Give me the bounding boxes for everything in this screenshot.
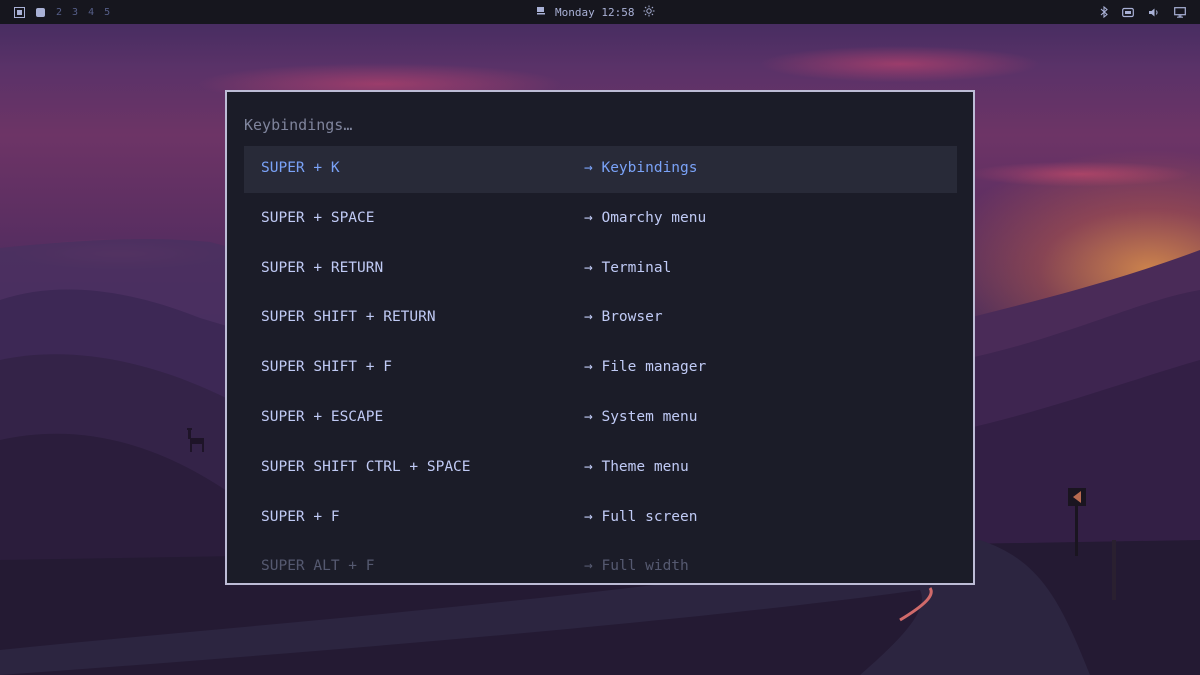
keybinding-action: → System menu [584,408,698,425]
keybinding-keys: SUPER + RETURN [261,259,384,276]
monitor-icon[interactable] [1174,6,1186,18]
list-item[interactable]: SUPER + RETURN → Terminal [244,246,957,293]
list-item[interactable]: SUPER + K → Keybindings [244,146,957,193]
bluetooth-icon[interactable] [1100,6,1108,18]
keybinding-keys: SUPER ALT + F [261,558,375,575]
keybinding-keys: SUPER SHIFT + F [261,359,392,376]
list-item[interactable]: SUPER SHIFT + RETURN → Browser [244,295,957,342]
center-status: Monday 12:58 [536,0,655,24]
keybinding-keys: SUPER + SPACE [261,209,375,226]
list-item[interactable]: SUPER + SPACE → Omarchy menu [244,196,957,243]
keybinding-keys: SUPER + K [261,160,340,176]
sun-icon[interactable] [643,5,655,20]
keybinding-action: → Full screen [584,508,698,525]
keybinding-keys: SUPER SHIFT + RETURN [261,309,436,326]
workspace-grid-icon[interactable] [14,6,25,18]
keybinding-keys: SUPER + F [261,508,340,525]
workspace-4[interactable]: 4 [88,7,94,18]
list-item[interactable]: SUPER ALT + F → Full width [244,544,957,583]
keybindings-list: SUPER + K → Keybindings SUPER + SPACE → … [244,146,957,583]
keybinding-action: → Full width [584,558,689,575]
workspace-2[interactable]: 2 [56,7,62,18]
workspace-switcher: 2 3 4 5 [14,0,110,24]
network-icon[interactable] [1122,7,1134,18]
workspace-3[interactable]: 3 [72,7,78,18]
list-item[interactable]: SUPER + F → Full screen [244,495,957,542]
list-item[interactable]: SUPER SHIFT + F → File manager [244,345,957,392]
list-item[interactable]: SUPER + ESCAPE → System menu [244,395,957,442]
keybinding-keys: SUPER + ESCAPE [261,408,384,425]
list-item[interactable]: SUPER SHIFT CTRL + SPACE → Theme menu [244,445,957,492]
keybinding-action: → Theme menu [584,458,689,475]
keybinding-action: → Browser [584,309,663,326]
tray [1100,0,1186,24]
keybinding-action: → Keybindings [584,160,698,176]
updates-icon[interactable] [536,6,546,19]
keybindings-menu: Keybindings… SUPER + K → Keybindings SUP… [225,90,975,585]
clock[interactable]: Monday 12:58 [555,6,634,19]
keybinding-action: → Terminal [584,259,672,276]
keybinding-action: → File manager [584,359,707,376]
keybinding-action: → Omarchy menu [584,209,707,226]
workspace-5[interactable]: 5 [104,7,110,18]
keybinding-keys: SUPER SHIFT CTRL + SPACE [261,458,471,475]
workspace-active-dot-icon[interactable] [35,7,46,18]
top-status-bar: 2 3 4 5 Monday 12:58 [0,0,1200,24]
volume-icon[interactable] [1148,7,1160,18]
search-input[interactable]: Keybindings… [244,116,352,134]
